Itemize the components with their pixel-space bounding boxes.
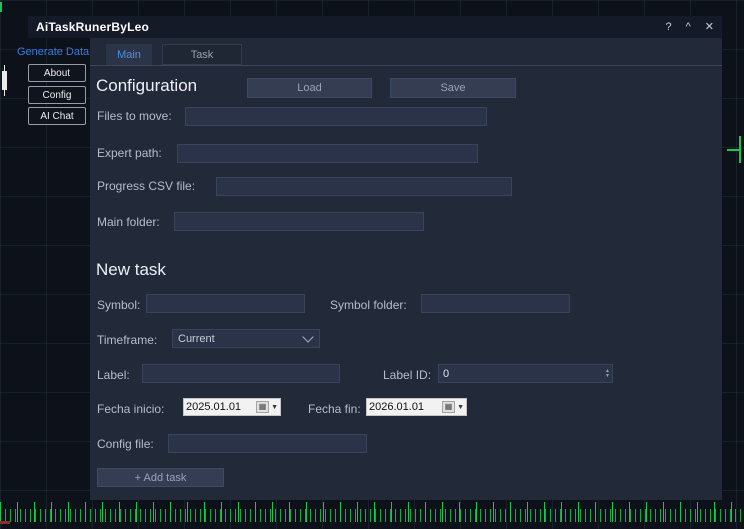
label-id-value: 0: [443, 368, 605, 380]
fecha-fin-value: 2026.01.01: [369, 401, 440, 413]
chevron-down-icon: [302, 331, 313, 342]
date-dropdown-icon[interactable]: ▼: [271, 404, 278, 411]
help-icon[interactable]: ?: [665, 22, 671, 33]
fecha-fin-label: Fecha fin:: [308, 402, 361, 416]
fecha-fin-datepicker[interactable]: 2026.01.01 ▦ ▼: [366, 398, 467, 416]
collapse-icon[interactable]: ^: [686, 22, 691, 33]
fecha-inicio-label: Fecha inicio:: [97, 402, 164, 416]
fecha-inicio-value: 2025.01.01: [186, 401, 254, 413]
files-to-move-input[interactable]: [185, 107, 487, 126]
timeframe-select[interactable]: Current: [172, 329, 320, 348]
date-dropdown-icon[interactable]: ▼: [457, 404, 464, 411]
candle-body: [2, 71, 7, 90]
symbol-folder-input[interactable]: [421, 294, 570, 313]
main-folder-label: Main folder:: [97, 215, 160, 229]
close-icon[interactable]: ✕: [705, 22, 714, 33]
expert-path-label: Expert path:: [97, 146, 162, 160]
label-label: Label:: [97, 368, 130, 382]
price-marker-line: [739, 136, 741, 163]
calendar-icon[interactable]: ▦: [442, 401, 455, 413]
window-title: AiTaskRunerByLeo: [36, 20, 149, 34]
add-task-button[interactable]: + Add task: [97, 468, 224, 487]
edge-tick: [0, 2, 2, 12]
expert-path-input[interactable]: [177, 144, 478, 163]
config-file-input[interactable]: [168, 434, 367, 453]
stepper-arrows: ▲ ▼: [605, 369, 610, 378]
label-id-label: Label ID:: [383, 368, 431, 382]
configuration-heading: Configuration: [96, 76, 197, 96]
fecha-inicio-datepicker[interactable]: 2025.01.01 ▦ ▼: [183, 398, 281, 416]
config-button[interactable]: Config: [28, 86, 86, 104]
tab-divider: [90, 65, 722, 66]
symbol-input[interactable]: [146, 294, 305, 313]
window-titlebar[interactable]: AiTaskRunerByLeo ? ^ ✕: [28, 16, 722, 38]
load-button[interactable]: Load: [247, 78, 372, 98]
files-to-move-label: Files to move:: [97, 109, 172, 123]
tab-main[interactable]: Main: [106, 44, 152, 65]
about-button[interactable]: About: [28, 64, 86, 82]
progress-csv-input[interactable]: [216, 177, 512, 196]
window-controls: ? ^ ✕: [665, 22, 714, 33]
save-button[interactable]: Save: [390, 78, 516, 98]
generate-data-button[interactable]: Generate Data: [17, 46, 89, 58]
timeframe-label: Timeframe:: [97, 333, 157, 347]
volume-ticks: [0, 509, 744, 522]
config-file-label: Config file:: [97, 437, 154, 451]
spin-down-icon[interactable]: ▼: [605, 374, 610, 378]
new-task-heading: New task: [96, 260, 166, 280]
red-edge-dash: [0, 521, 10, 524]
calendar-icon[interactable]: ▦: [256, 401, 269, 413]
label-id-stepper[interactable]: 0 ▲ ▼: [438, 364, 613, 383]
label-input[interactable]: [142, 364, 340, 383]
ai-chat-button[interactable]: AI Chat: [28, 107, 86, 125]
symbol-folder-label: Symbol folder:: [330, 298, 407, 312]
progress-csv-label: Progress CSV file:: [97, 179, 195, 193]
timeframe-selected-value: Current: [178, 333, 215, 345]
main-folder-input[interactable]: [174, 212, 424, 231]
dialog-panel: Main Task Configuration Load Save Files …: [90, 38, 722, 500]
tab-task[interactable]: Task: [162, 44, 242, 65]
symbol-label: Symbol:: [97, 298, 140, 312]
